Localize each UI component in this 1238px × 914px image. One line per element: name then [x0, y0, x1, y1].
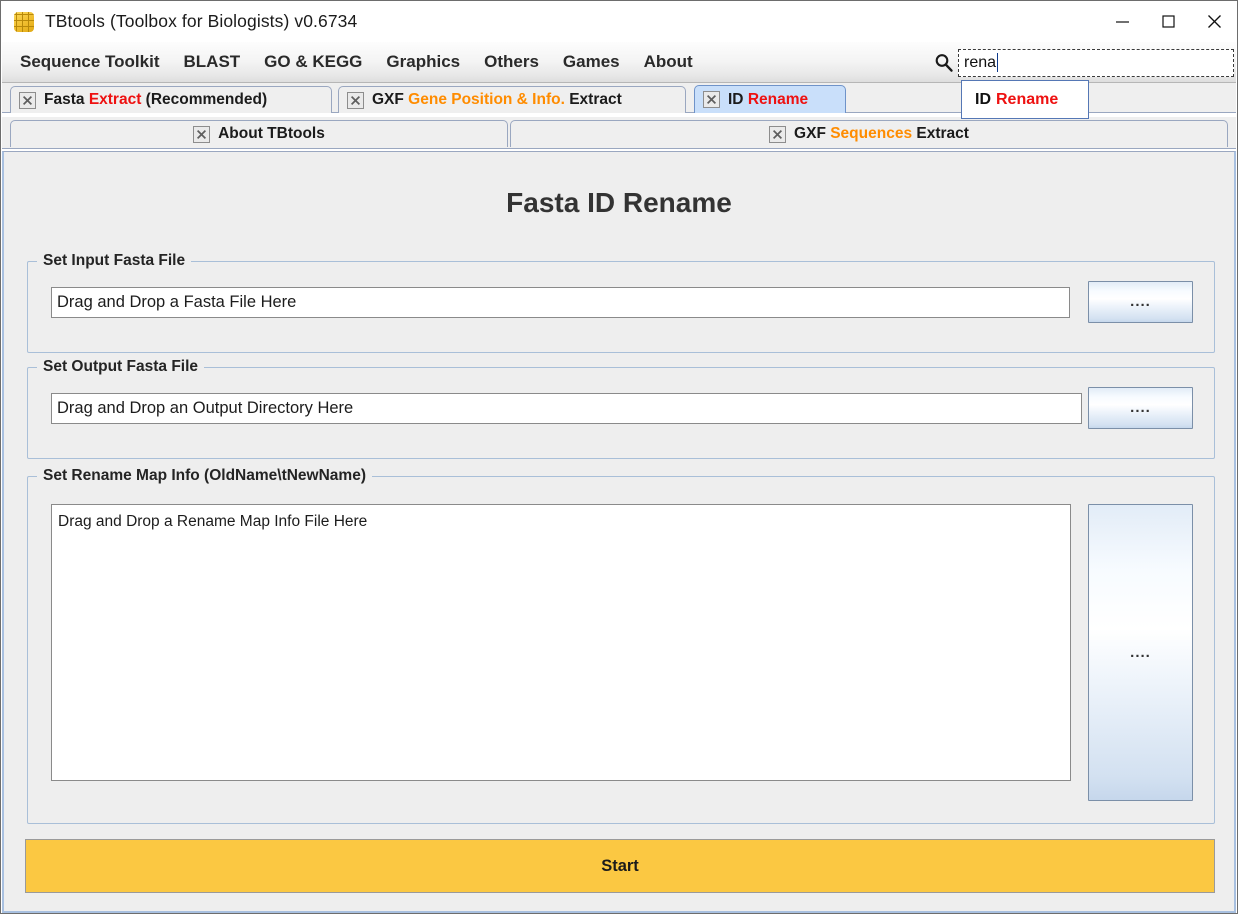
tbtools-grid-icon — [14, 11, 34, 32]
browse-output-label: .... — [1130, 399, 1151, 416]
close-icon[interactable] — [1191, 1, 1237, 42]
tab-about-tbtools[interactable]: About TBtools — [10, 120, 508, 147]
menu-item-go-kegg[interactable]: GO & KEGG — [254, 42, 372, 82]
search-suggestion-item[interactable]: ID Rename — [961, 80, 1089, 119]
window-title: TBtools (Toolbox for Biologists) v0.6734 — [45, 11, 358, 31]
tab-label: GXF Gene Position & Info. Extract — [372, 91, 622, 108]
close-tab-icon[interactable] — [703, 91, 720, 108]
browse-rename-map-button[interactable]: .... — [1088, 504, 1193, 801]
menu-item-others[interactable]: Others — [474, 42, 549, 82]
menu-item-graphics[interactable]: Graphics — [376, 42, 470, 82]
browse-input-fasta-label: .... — [1130, 293, 1151, 310]
input-fasta-file-field[interactable]: Drag and Drop a Fasta File Here — [51, 287, 1070, 318]
browse-output-directory-button[interactable]: .... — [1088, 387, 1193, 429]
group-title-rename-map: Set Rename Map Info (OldName\tNewName) — [37, 467, 372, 485]
close-tab-icon[interactable] — [19, 91, 36, 109]
app-window: TBtools (Toolbox for Biologists) v0.6734… — [0, 0, 1238, 914]
close-tab-icon[interactable] — [193, 125, 211, 143]
group-set-rename-map-info: Set Rename Map Info (OldName\tNewName) D… — [27, 467, 1215, 824]
window-controls — [1099, 1, 1237, 42]
group-set-input-fasta-file: Set Input Fasta File Drag and Drop a Fas… — [27, 252, 1215, 353]
tab-label: Fasta Extract (Recommended) — [44, 91, 268, 108]
browse-input-fasta-button[interactable]: .... — [1088, 281, 1193, 323]
tab-label: About TBtools — [218, 125, 325, 142]
start-button[interactable]: Start — [25, 839, 1215, 893]
output-fasta-file-field[interactable]: Drag and Drop an Output Directory Here — [51, 393, 1082, 424]
tab-strip-divider — [2, 148, 1236, 149]
group-title-input: Set Input Fasta File — [37, 252, 192, 270]
tab-label: ID Rename — [728, 90, 809, 108]
close-tab-icon[interactable] — [347, 91, 364, 109]
browse-rename-map-label: .... — [1130, 643, 1151, 661]
search-input[interactable]: rena — [958, 48, 1234, 77]
tab-gxf-sequences-extract[interactable]: GXF Sequences Extract — [510, 120, 1228, 147]
suggestion-prefix: ID — [975, 90, 991, 108]
search-area: rena — [928, 42, 1236, 83]
menu-item-games[interactable]: Games — [553, 42, 630, 82]
close-tab-icon[interactable] — [769, 125, 787, 143]
start-button-label: Start — [601, 856, 639, 875]
suggestion-match: Rename — [996, 90, 1059, 108]
minimize-icon[interactable] — [1099, 1, 1145, 42]
tab-fasta-extract[interactable]: Fasta Extract (Recommended) — [10, 86, 332, 113]
menu-item-sequence-toolkit[interactable]: Sequence Toolkit — [10, 42, 170, 82]
search-icon[interactable] — [928, 42, 958, 83]
main-content-panel: Fasta ID Rename Set Input Fasta File Dra… — [2, 151, 1236, 913]
tab-strip-row-2: About TBtools GXF Sequences Extract — [2, 117, 1236, 149]
tab-id-rename[interactable]: ID Rename — [694, 85, 846, 113]
menu-bar: Sequence Toolkit BLAST GO & KEGG Graphic… — [2, 42, 1236, 83]
title-bar: TBtools (Toolbox for Biologists) v0.6734 — [1, 1, 1237, 42]
search-input-value: rena — [964, 53, 997, 71]
tab-label: GXF Sequences Extract — [794, 125, 969, 142]
menu-item-blast[interactable]: BLAST — [174, 42, 251, 82]
group-title-output: Set Output Fasta File — [37, 358, 205, 376]
page-title: Fasta ID Rename — [506, 187, 732, 218]
menu-item-about[interactable]: About — [634, 42, 703, 82]
rename-map-textarea[interactable]: Drag and Drop a Rename Map Info File Her… — [51, 504, 1071, 781]
tab-gxf-gene-position-info-extract[interactable]: GXF Gene Position & Info. Extract — [338, 86, 686, 113]
group-set-output-fasta-file: Set Output Fasta File Drag and Drop an O… — [27, 358, 1215, 459]
text-caret — [997, 53, 999, 72]
maximize-icon[interactable] — [1145, 1, 1191, 42]
